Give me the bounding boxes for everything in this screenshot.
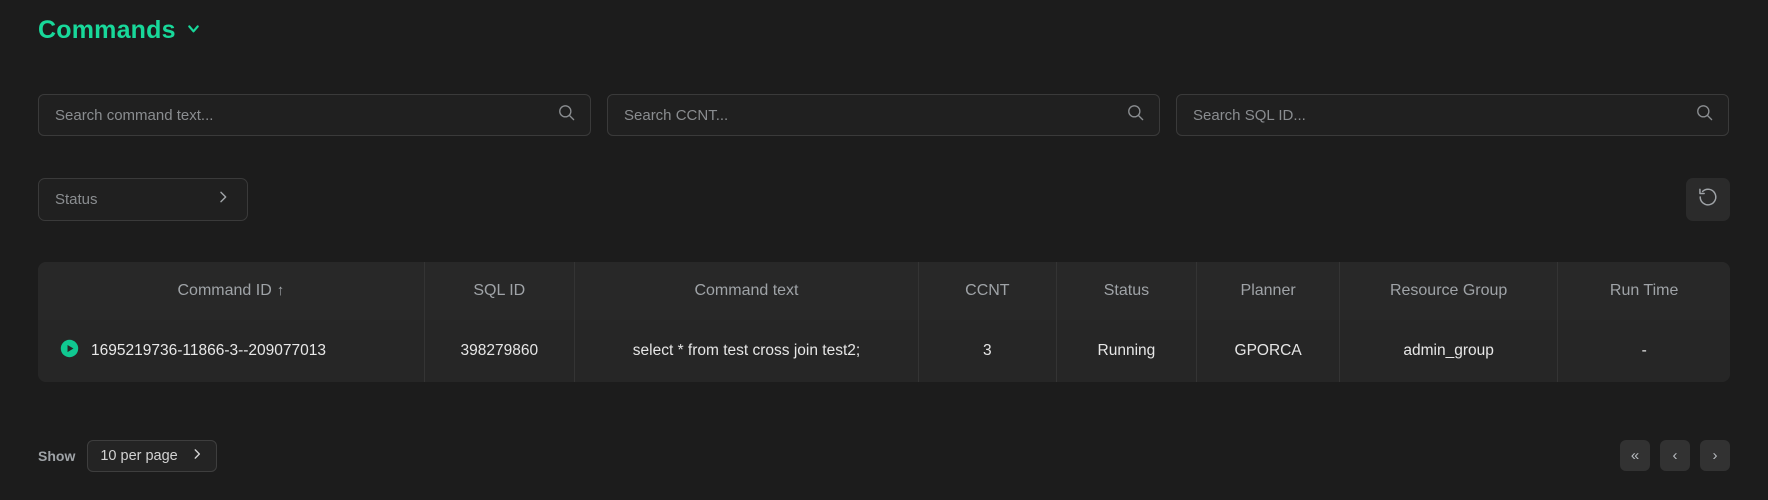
cell-sql-id: 398279860 [424,320,574,382]
first-page-button[interactable]: « [1620,440,1650,471]
next-page-button[interactable]: › [1700,440,1730,471]
per-page-dropdown[interactable]: 10 per page [87,440,216,472]
page-title: Commands [38,16,176,45]
cell-planner: GPORCA [1197,320,1340,382]
search-icon[interactable] [1126,103,1145,127]
table-row[interactable]: 1695219736-11866-3--209077013 398279860 … [38,320,1730,382]
table-header-row: Command ID ↑ SQL ID Command text CCNT Sta… [38,262,1730,320]
show-label: Show [38,448,75,464]
refresh-icon [1697,186,1719,213]
status-filter-dropdown[interactable]: Status [38,178,248,221]
search-command-text-input[interactable] [39,95,590,135]
column-header-resource-group[interactable]: Resource Group [1339,262,1557,320]
command-id-value: 1695219736-11866-3--209077013 [91,342,326,360]
chevron-right-icon[interactable] [215,189,231,210]
column-header-ccnt[interactable]: CCNT [919,262,1057,320]
chevron-right-icon[interactable] [190,447,204,466]
cell-run-time: - [1558,320,1730,382]
cell-resource-group: admin_group [1339,320,1557,382]
search-ccnt-input[interactable] [608,95,1159,135]
pagination-controls: « ‹ › [1620,440,1730,471]
cell-ccnt: 3 [919,320,1057,382]
commands-page: Commands Status [0,0,1768,500]
cell-status: Running [1056,320,1197,382]
chevron-down-icon[interactable] [185,20,202,42]
cell-command-id: 1695219736-11866-3--209077013 [38,320,424,382]
refresh-button[interactable] [1686,178,1730,221]
search-sql-id-input[interactable] [1177,95,1728,135]
search-icon[interactable] [557,103,576,127]
prev-page-button[interactable]: ‹ [1660,440,1690,471]
search-ccnt-box[interactable] [607,94,1160,136]
cell-command-text: select * from test cross join test2; [574,320,918,382]
column-header-sql-id[interactable]: SQL ID [424,262,574,320]
sort-ascending-icon[interactable]: ↑ [277,282,285,299]
column-header-command-id[interactable]: Command ID ↑ [38,262,424,320]
search-icon[interactable] [1695,103,1714,127]
search-command-text-box[interactable] [38,94,591,136]
page-title-dropdown[interactable]: Commands [38,16,202,45]
column-header-run-time[interactable]: Run Time [1558,262,1730,320]
column-header-status[interactable]: Status [1056,262,1197,320]
column-header-planner[interactable]: Planner [1197,262,1340,320]
commands-table: Command ID ↑ SQL ID Command text CCNT Sta… [38,262,1730,382]
status-filter-label: Status [55,191,98,208]
per-page-value: 10 per page [100,448,177,464]
search-filter-row [38,94,1729,136]
play-circle-icon[interactable] [60,339,79,363]
table-footer: Show 10 per page « ‹ › [38,440,1730,476]
search-sql-id-box[interactable] [1176,94,1729,136]
status-filter-row: Status [38,178,248,221]
column-header-command-text[interactable]: Command text [574,262,918,320]
page-size-control: Show 10 per page [38,440,217,472]
column-header-label: Command ID [178,282,272,299]
